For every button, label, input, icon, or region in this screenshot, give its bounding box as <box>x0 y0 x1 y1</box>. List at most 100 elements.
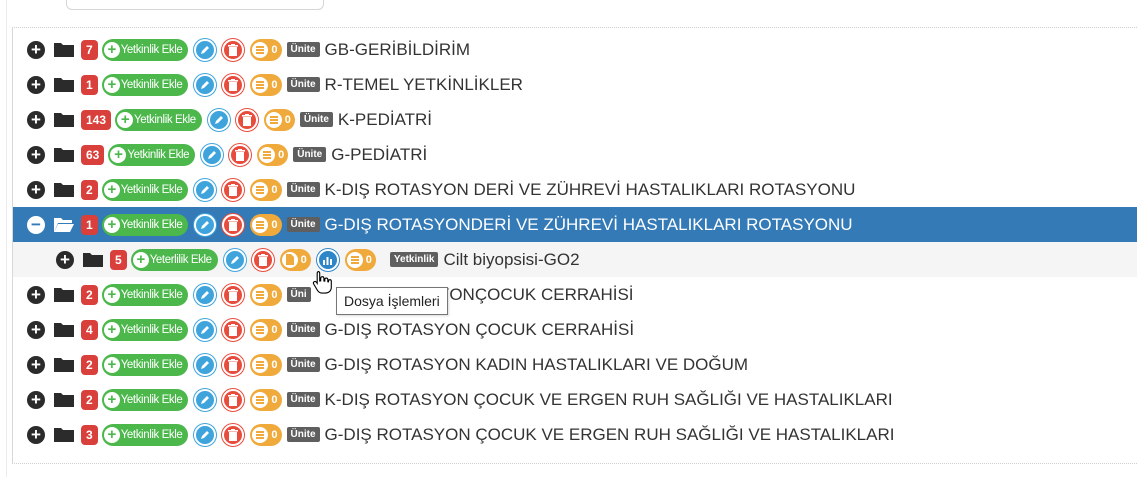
add-competency-button[interactable]: + Yetkinlik Ekle <box>115 108 202 131</box>
files-button[interactable]: 0 <box>250 388 282 411</box>
expand-icon[interactable]: + <box>27 75 45 94</box>
edit-button[interactable] <box>207 108 230 131</box>
folder-icon <box>83 253 103 267</box>
expand-icon[interactable]: + <box>27 285 45 304</box>
delete-button[interactable] <box>222 283 245 306</box>
delete-button[interactable] <box>235 108 258 131</box>
add-competency-button[interactable]: + Yetkinlik Ekle <box>108 143 196 166</box>
expand-icon[interactable]: + <box>27 425 45 444</box>
edit-button[interactable] <box>194 178 217 201</box>
folder-icon <box>54 358 74 372</box>
add-competency-button[interactable]: + Yetkinlik Ekle <box>101 318 189 341</box>
row-name[interactable]: Cilt biyopsisi-GO2 <box>443 250 579 270</box>
add-competency-button[interactable]: + Yetkinlik Ekle <box>101 353 189 376</box>
row-name[interactable]: GB-GERİBİLDİRİM <box>325 40 470 60</box>
files-button[interactable]: 0 <box>250 213 282 236</box>
files-button[interactable]: 0 <box>250 318 282 341</box>
trash-icon <box>228 43 239 56</box>
files-button[interactable]: 0 <box>250 283 282 306</box>
add-competency-button[interactable]: + Yetkinlik Ekle <box>101 213 189 236</box>
expand-icon[interactable]: + <box>27 145 45 164</box>
edit-button[interactable] <box>194 423 217 446</box>
edit-button[interactable] <box>223 248 246 271</box>
folder-icon <box>54 183 74 197</box>
add-qualification-button[interactable]: + Yeterlilik Ekle <box>130 248 218 271</box>
row-name[interactable]: G-DIŞ ROTASYON ÇOCUK CERRAHİSİ <box>325 320 635 340</box>
plus-icon: + <box>103 76 120 93</box>
files-button[interactable]: 0 <box>250 178 282 201</box>
delete-button[interactable] <box>222 178 245 201</box>
files-button[interactable]: 0 <box>263 108 295 131</box>
row-name[interactable]: K-DIŞ ROTASYON ÇOCUK VE ERGEN RUH SAĞLIĞ… <box>325 390 893 410</box>
count-badge: 143 <box>81 109 112 130</box>
files-button[interactable]: 0 <box>250 73 282 96</box>
row-name[interactable]: G-DIŞ ROTASYON KADIN HASTALIKLARI VE DOĞ… <box>325 355 749 375</box>
expand-icon[interactable]: + <box>27 320 45 339</box>
delete-button[interactable] <box>222 353 245 376</box>
edit-button[interactable] <box>194 283 217 306</box>
delete-button[interactable] <box>222 38 245 61</box>
expand-icon[interactable]: + <box>27 180 45 199</box>
edit-button[interactable] <box>194 318 217 341</box>
folder-icon <box>54 78 74 92</box>
edit-button[interactable] <box>194 38 217 61</box>
delete-button[interactable] <box>251 248 274 271</box>
plus-icon: + <box>103 356 120 373</box>
plus-icon: + <box>103 181 120 198</box>
count-badge: 2 <box>81 354 98 375</box>
edit-button[interactable] <box>194 388 217 411</box>
edit-button[interactable] <box>201 143 224 166</box>
row-name[interactable]: R-TEMEL YETKİNLİKLER <box>325 75 523 95</box>
count-badge: 2 <box>81 284 98 305</box>
type-tag: Ünite <box>286 42 320 57</box>
expand-icon[interactable]: + <box>27 110 45 129</box>
expand-icon[interactable]: + <box>56 250 74 269</box>
delete-button[interactable] <box>222 318 245 341</box>
files-button[interactable]: 0 <box>250 353 282 376</box>
folder-icon <box>54 393 74 407</box>
delete-button[interactable] <box>229 143 252 166</box>
delete-button[interactable] <box>222 73 245 96</box>
row-name[interactable]: K-DIŞ ROTASYON DERİ VE ZÜHREVİ HASTALIKL… <box>325 180 856 200</box>
trash-icon <box>228 323 239 336</box>
add-competency-button[interactable]: + Yetkinlik Ekle <box>101 423 189 446</box>
files-button[interactable]: 0 <box>250 423 282 446</box>
search-box[interactable] <box>66 0 324 10</box>
document-files-button[interactable]: 0 <box>279 248 311 271</box>
expand-icon[interactable]: + <box>27 390 45 409</box>
row-name[interactable]: G-DIŞ ROTASYON ÇOCUK VE ERGEN RUH SAĞLIĞ… <box>325 425 895 445</box>
files-count: 0 <box>271 183 278 196</box>
add-competency-button[interactable]: + Yetkinlik Ekle <box>101 38 189 61</box>
delete-button[interactable] <box>222 213 245 236</box>
type-tag: Ünite <box>286 322 320 337</box>
collapse-icon[interactable]: − <box>27 215 45 234</box>
expand-icon[interactable]: + <box>27 355 45 374</box>
expand-icon[interactable]: + <box>27 40 45 59</box>
add-competency-button[interactable]: + Yetkinlik Ekle <box>101 73 189 96</box>
edit-button[interactable] <box>194 73 217 96</box>
edit-button[interactable] <box>194 353 217 376</box>
row-name[interactable]: G-DIŞ ROTASYONDERİ VE ZÜHREVİ HASTALIKLA… <box>325 215 853 235</box>
count-badge: 5 <box>110 249 127 270</box>
files-button[interactable]: 0 <box>344 248 376 271</box>
row-name[interactable]: K-PEDİATRİ <box>338 110 432 130</box>
statistics-button[interactable] <box>316 248 339 271</box>
plus-icon: + <box>103 216 120 233</box>
trash-icon <box>257 253 268 266</box>
add-competency-button[interactable]: + Yetkinlik Ekle <box>101 388 189 411</box>
plus-icon: + <box>103 426 120 443</box>
row-name[interactable]: SYONÇOCUK CERRAHİSİ <box>427 285 634 305</box>
count-badge: 1 <box>81 74 98 95</box>
tree-row-selected[interactable]: − 1 + Yetkinlik Ekle 0 Ünite G-DIŞ ROTASY… <box>13 207 1137 242</box>
files-button[interactable]: 0 <box>250 38 282 61</box>
edit-button[interactable] <box>194 213 217 236</box>
list-icon <box>252 181 269 198</box>
add-competency-button[interactable]: + Yetkinlik Ekle <box>101 178 189 201</box>
folder-icon <box>54 428 74 442</box>
delete-button[interactable] <box>222 388 245 411</box>
tooltip: Dosya İşlemleri <box>336 287 448 315</box>
add-competency-button[interactable]: + Yetkinlik Ekle <box>101 283 189 306</box>
row-name[interactable]: G-PEDİATRİ <box>331 145 427 165</box>
files-button[interactable]: 0 <box>257 143 289 166</box>
delete-button[interactable] <box>222 423 245 446</box>
